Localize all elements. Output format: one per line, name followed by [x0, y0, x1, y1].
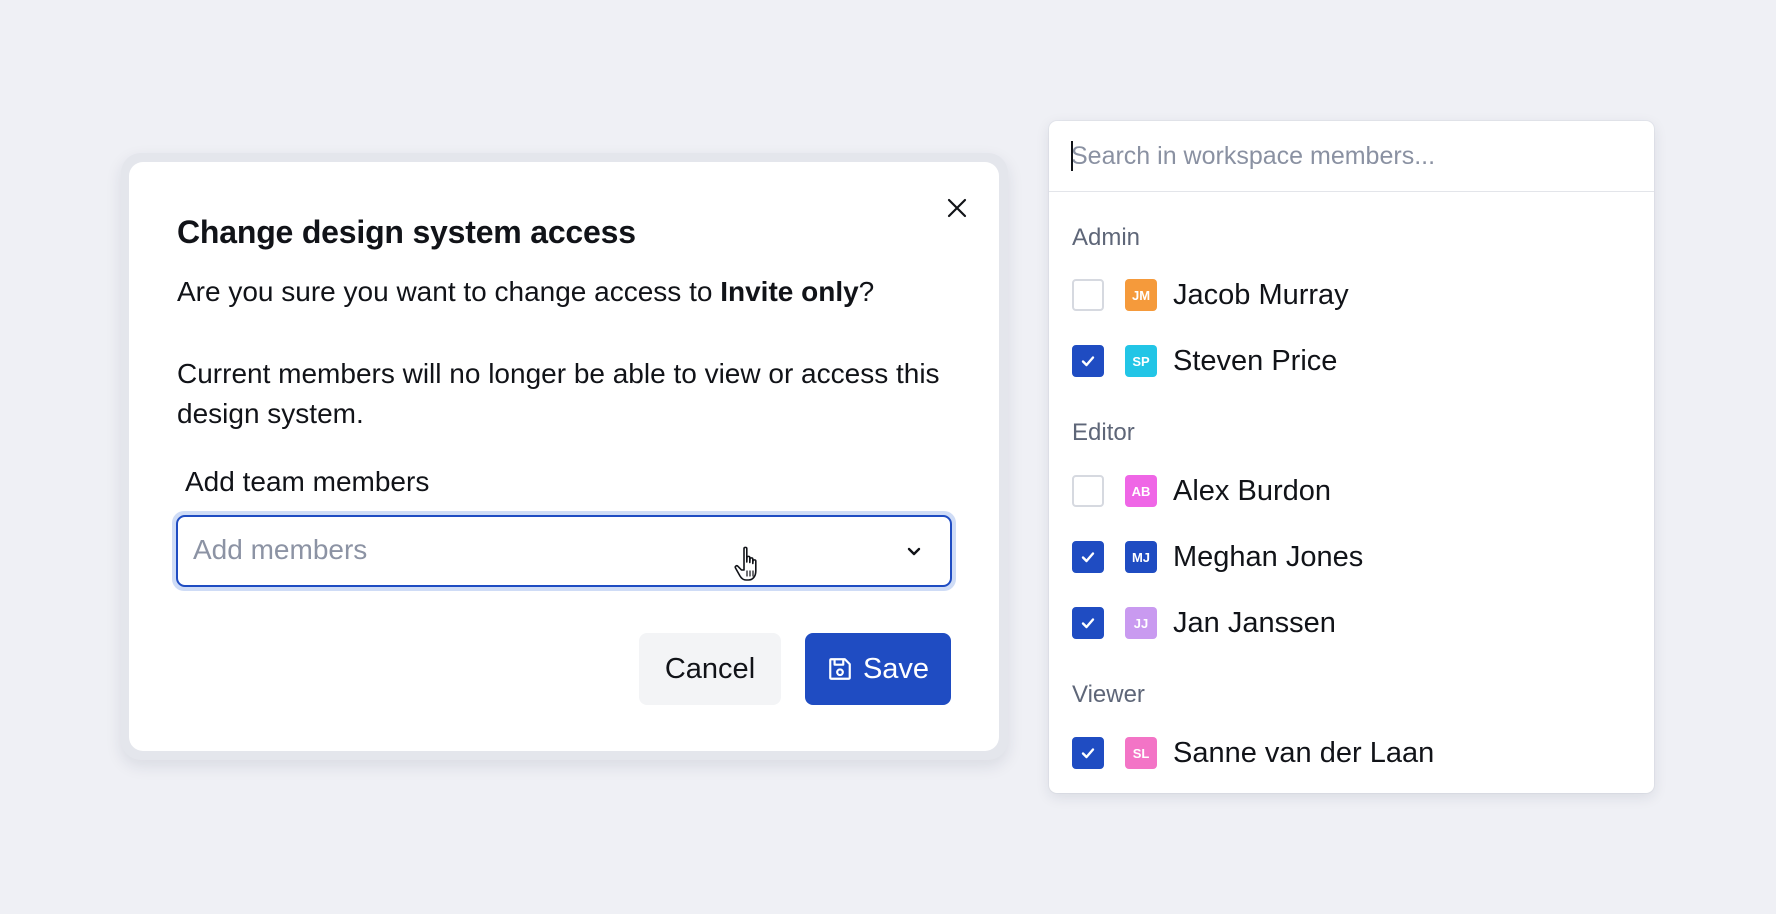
chevron-down-icon — [907, 547, 921, 556]
member-search-input[interactable] — [1071, 136, 1631, 176]
add-members-select[interactable]: Add members — [176, 515, 952, 587]
avatar: JM — [1125, 279, 1157, 311]
question-mark: ? — [858, 276, 875, 307]
add-members-label: Add team members — [185, 466, 430, 497]
member-checkbox[interactable] — [1072, 475, 1104, 507]
member-checkbox[interactable] — [1072, 737, 1104, 769]
text-caret — [1071, 141, 1073, 171]
member-row-steven-price[interactable]: SP Steven Price — [1072, 337, 1632, 385]
member-name: Alex Burdon — [1173, 474, 1331, 507]
search-row — [1049, 121, 1654, 192]
close-icon — [947, 198, 967, 218]
checkmark-icon — [1081, 748, 1095, 759]
save-label: Save — [862, 652, 930, 685]
member-row-meghan-jones[interactable]: MJ Meghan Jones — [1072, 533, 1632, 581]
checkmark-icon — [1081, 618, 1095, 629]
member-row-jacob-murray[interactable]: JM Jacob Murray — [1072, 271, 1632, 319]
avatar: SL — [1125, 737, 1157, 769]
access-dialog: Change design system access Are you sure… — [129, 162, 999, 751]
select-placeholder: Add members — [193, 534, 368, 565]
close-button[interactable] — [944, 195, 970, 221]
floppy-disk-icon — [829, 658, 851, 680]
member-checkbox[interactable] — [1072, 279, 1104, 311]
avatar: JJ — [1125, 607, 1157, 639]
member-checkbox[interactable] — [1072, 607, 1104, 639]
member-checkbox[interactable] — [1072, 541, 1104, 573]
dialog-title: Change design system access — [177, 214, 636, 250]
dialog-question: Are you sure you want to change access t… — [177, 274, 874, 310]
member-name: Steven Price — [1173, 344, 1338, 377]
member-row-jan-janssen[interactable]: JJ Jan Janssen — [1072, 599, 1632, 647]
avatar: SP — [1125, 345, 1157, 377]
member-row-alex-burdon[interactable]: AB Alex Burdon — [1072, 467, 1632, 515]
checkmark-icon — [1081, 356, 1095, 367]
member-name: Sanne van der Laan — [1173, 736, 1435, 769]
group-label-editor: Editor — [1072, 419, 1135, 446]
member-name: Jacob Murray — [1173, 278, 1349, 311]
member-name: Meghan Jones — [1173, 540, 1364, 573]
member-name: Jan Janssen — [1173, 606, 1336, 639]
access-dialog-frame: Change design system access Are you sure… — [121, 153, 1008, 760]
cancel-button[interactable]: Cancel — [639, 633, 781, 705]
checkmark-icon — [1081, 552, 1095, 563]
question-text: Are you sure you want to change access t… — [177, 276, 721, 307]
group-label-admin: Admin — [1072, 224, 1141, 251]
save-button[interactable]: Save — [805, 633, 951, 705]
member-checkbox[interactable] — [1072, 345, 1104, 377]
dialog-warning: Current members will no longer be able t… — [177, 358, 940, 429]
avatar: MJ — [1125, 541, 1157, 573]
access-level-text: Invite only — [720, 276, 859, 307]
add-members-focus-ring: Add members — [172, 511, 956, 591]
avatar: AB — [1125, 475, 1157, 507]
member-row-sanne-van-der-laan[interactable]: SL Sanne van der Laan — [1072, 729, 1632, 777]
group-label-viewer: Viewer — [1072, 681, 1145, 708]
member-picker-panel: Admin JM Jacob Murray SP Steven Price Ed… — [1049, 121, 1654, 793]
